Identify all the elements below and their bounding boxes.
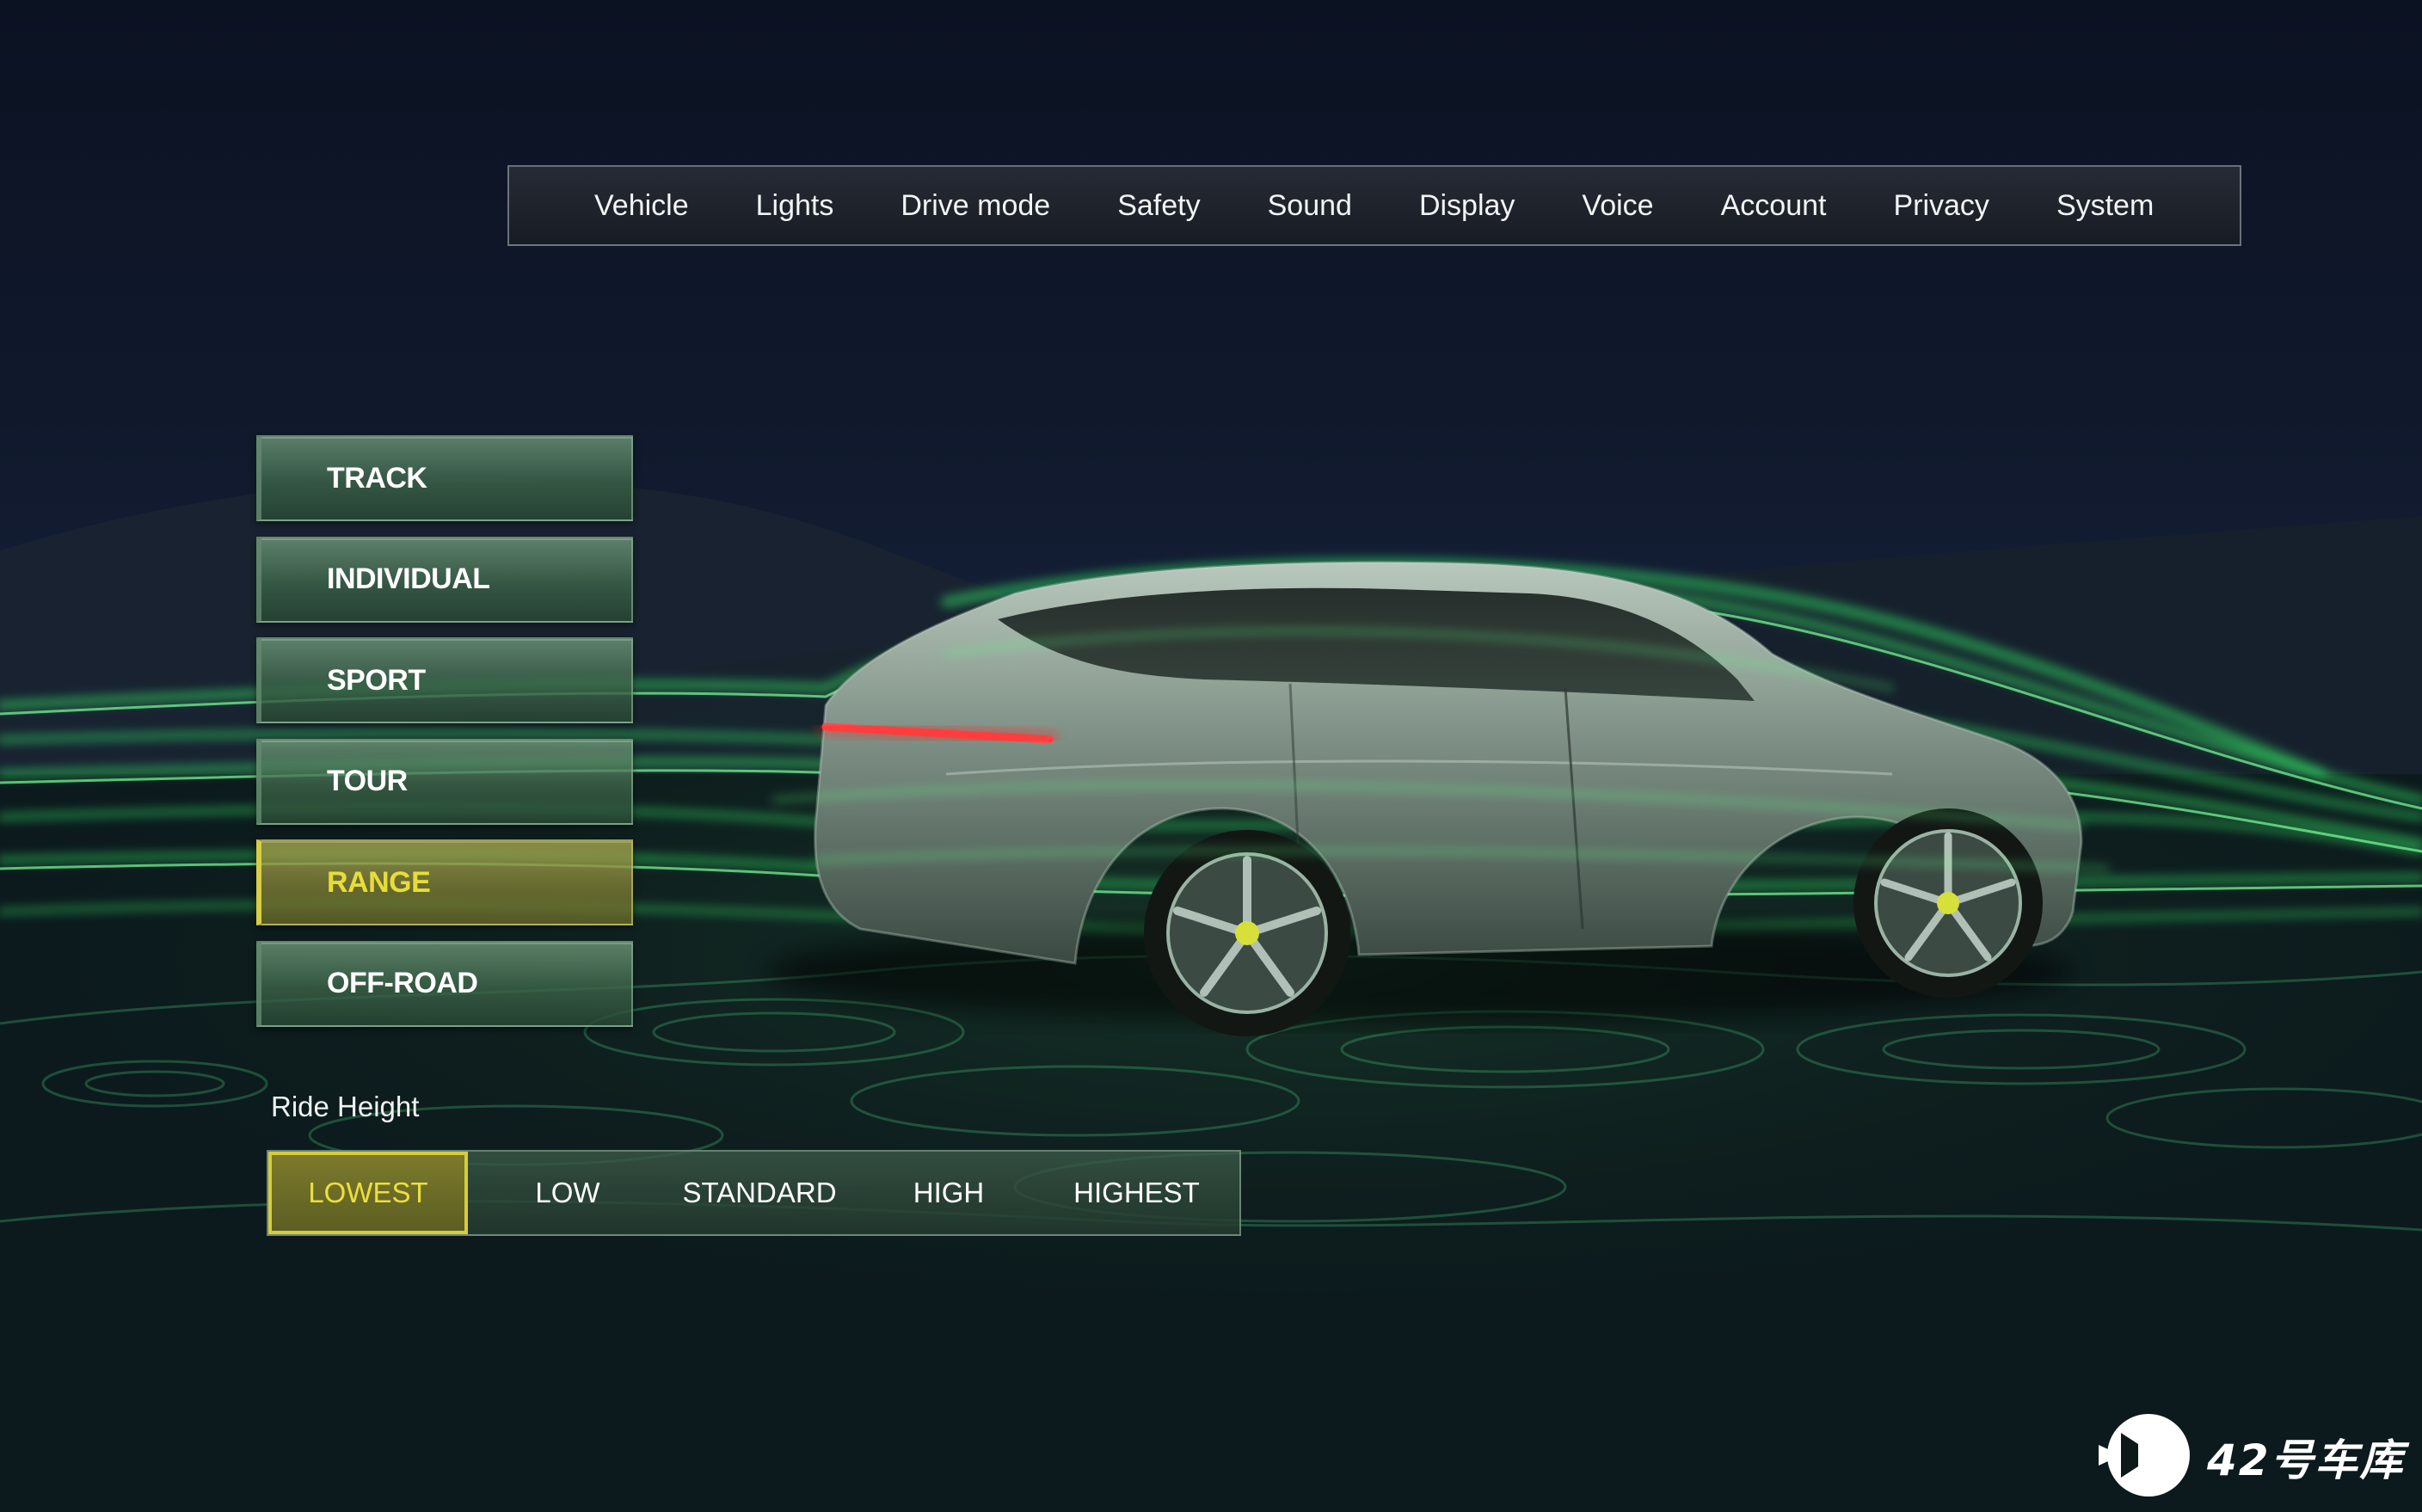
drive-mode-list: TRACK INDIVIDUAL SPORT TOUR RANGE OFF-RO… xyxy=(256,435,633,1042)
ride-height-standard-button[interactable]: STANDARD xyxy=(667,1152,851,1234)
tab-system[interactable]: System xyxy=(2056,189,2154,223)
tab-lights[interactable]: Lights xyxy=(756,189,834,223)
tab-privacy[interactable]: Privacy xyxy=(1893,189,1989,223)
drive-mode-label: RANGE xyxy=(327,865,431,899)
ride-height-low-button[interactable]: LOW xyxy=(468,1152,667,1234)
tab-display[interactable]: Display xyxy=(1419,189,1515,223)
drive-mode-label: TOUR xyxy=(327,765,408,797)
ride-height-title: Ride Height xyxy=(271,1091,420,1122)
drive-mode-label: INDIVIDUAL xyxy=(327,562,490,595)
tab-voice[interactable]: Voice xyxy=(1582,189,1653,223)
drive-mode-label: TRACK xyxy=(327,461,427,495)
tab-safety[interactable]: Safety xyxy=(1117,189,1200,223)
ride-height-lowest-button[interactable]: LOWEST xyxy=(268,1152,468,1234)
ride-height-highest-button[interactable]: HIGHEST xyxy=(1046,1152,1227,1234)
drive-mode-range-button[interactable]: RANGE xyxy=(256,839,633,925)
ride-height-selector: LOWEST LOW STANDARD HIGH HIGHEST xyxy=(267,1150,1241,1236)
tab-drive-mode[interactable]: Drive mode xyxy=(901,189,1050,223)
ride-height-high-button[interactable]: HIGH xyxy=(851,1152,1046,1234)
drive-mode-label: SPORT xyxy=(327,663,426,697)
top-nav-bar: Vehicle Lights Drive mode Safety Sound D… xyxy=(507,165,2241,246)
drive-mode-track-button[interactable]: TRACK xyxy=(256,435,633,521)
drive-mode-sport-button[interactable]: SPORT xyxy=(256,637,633,723)
drive-mode-off-road-button[interactable]: OFF-ROAD xyxy=(256,940,633,1027)
drive-mode-individual-button[interactable]: INDIVIDUAL xyxy=(256,536,633,623)
watermark: 42号车库 xyxy=(2095,1411,2405,1500)
tab-vehicle[interactable]: Vehicle xyxy=(594,189,689,223)
drive-mode-tour-button[interactable]: TOUR xyxy=(256,738,633,825)
watermark-text: 42号车库 xyxy=(2207,1435,2405,1485)
tab-account[interactable]: Account xyxy=(1721,189,1827,223)
tab-sound[interactable]: Sound xyxy=(1268,189,1352,223)
watermark-logo-icon xyxy=(2099,1414,2190,1497)
drive-mode-label: OFF-ROAD xyxy=(327,967,478,999)
